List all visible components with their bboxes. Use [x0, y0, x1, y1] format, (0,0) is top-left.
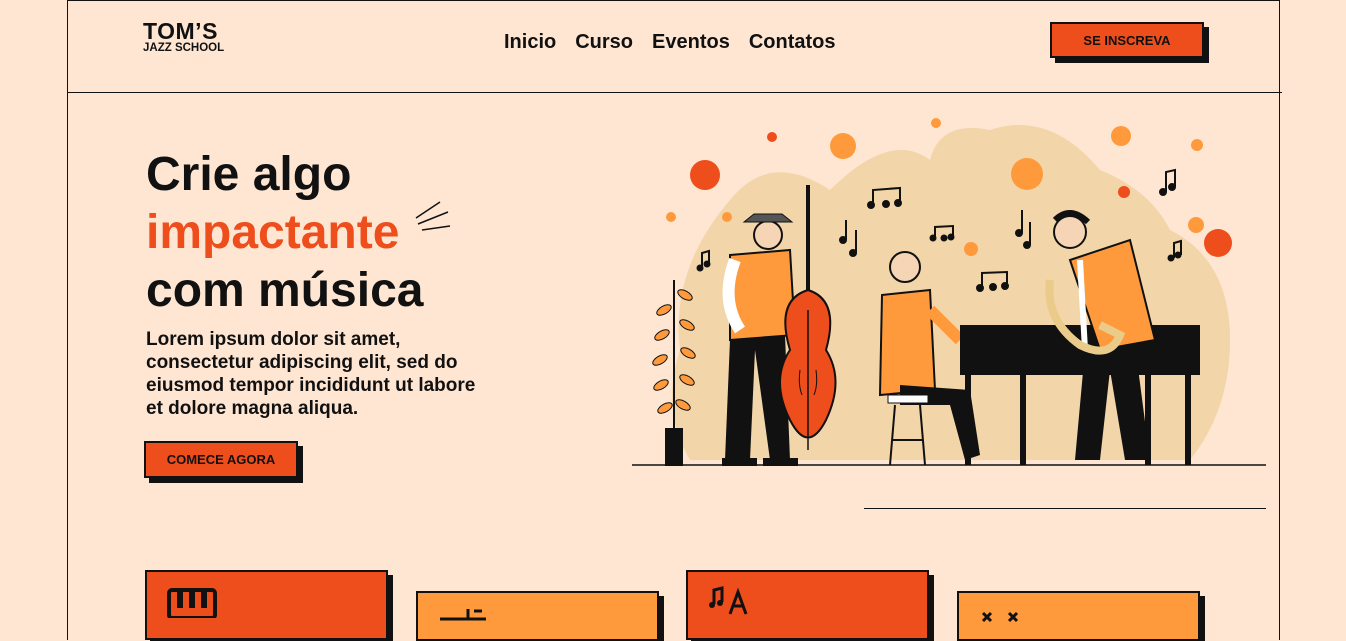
section-divider — [864, 508, 1266, 509]
jazz-notes-icon — [709, 586, 748, 615]
nav-item-eventos[interactable]: Eventos — [652, 31, 730, 54]
jazz-band-illustration — [632, 118, 1266, 466]
nav-item-inicio[interactable]: Inicio — [504, 31, 556, 54]
feature-card-piano[interactable] — [145, 570, 388, 640]
feature-card-staff[interactable] — [416, 591, 659, 641]
nav-item-contatos[interactable]: Contatos — [749, 31, 836, 54]
feature-card-jazz[interactable] — [686, 570, 929, 640]
hero-title-line3: com música — [146, 264, 424, 317]
start-now-button[interactable]: COMECE AGORA — [144, 441, 298, 478]
hero-title: Crie algo impactante com música — [146, 146, 451, 320]
emphasis-lines-icon — [415, 201, 451, 231]
piano-keys-icon — [167, 588, 217, 618]
logo-subtitle: JAZZ SCHOOL — [143, 42, 225, 54]
site-header: TOM’S JAZZ SCHOOL Inicio Curso Eventos C… — [67, 0, 1282, 93]
instruments-icon — [981, 611, 1019, 623]
feature-card-instruments[interactable] — [957, 591, 1200, 641]
hero-description: Lorem ipsum dolor sit amet, consectetur … — [146, 329, 476, 419]
logo[interactable]: TOM’S JAZZ SCHOOL — [143, 18, 225, 55]
music-staff-icon — [440, 609, 486, 621]
subscribe-button[interactable]: SE INSCREVA — [1050, 22, 1204, 58]
hero-title-highlight: impactante — [146, 206, 400, 259]
hero-title-line1: Crie algo — [146, 148, 352, 201]
nav-item-curso[interactable]: Curso — [575, 31, 633, 54]
main-nav: Inicio Curso Eventos Contatos — [504, 31, 836, 54]
logo-name: TOM’S — [143, 18, 218, 44]
